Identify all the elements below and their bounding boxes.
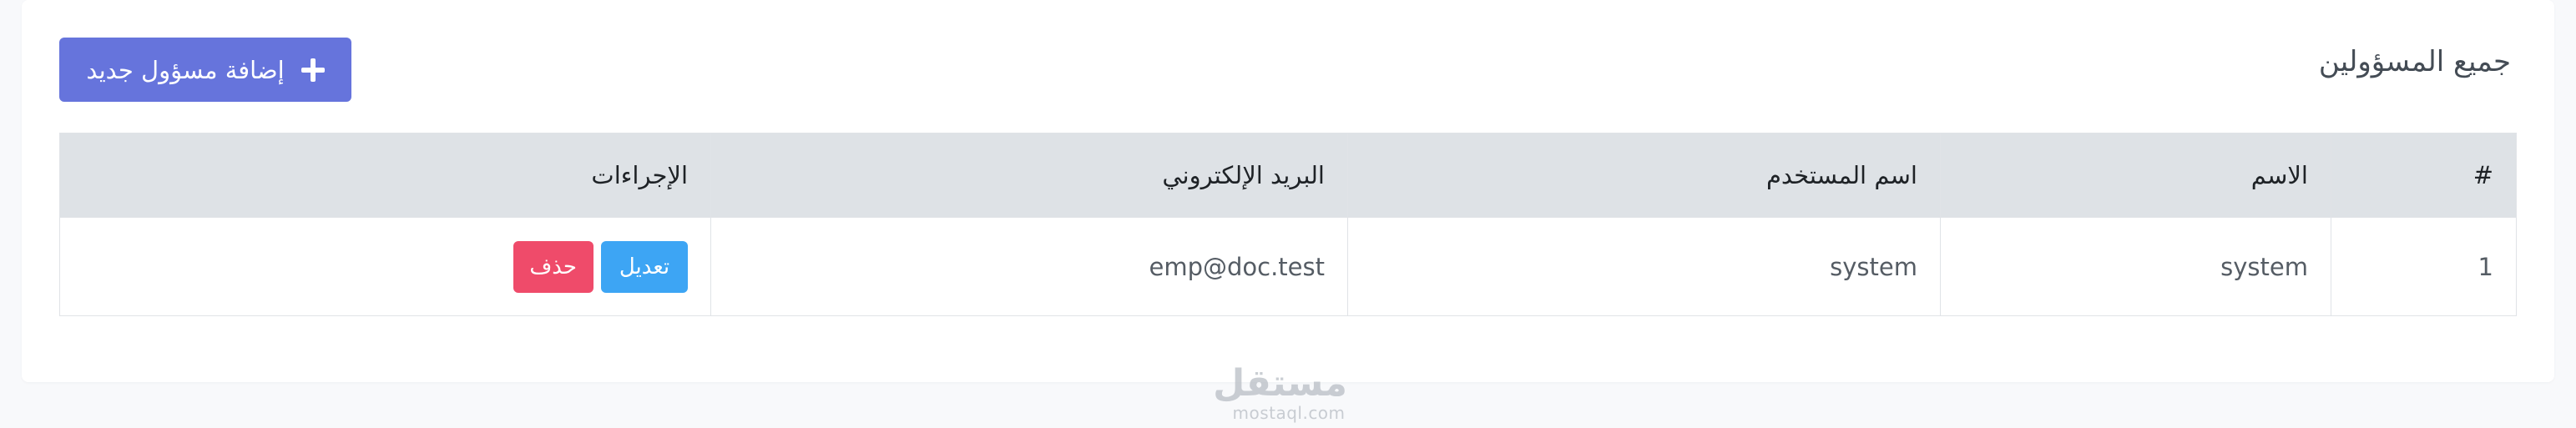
column-header-actions: الإجراءات [59, 133, 711, 218]
page-title: جميع المسؤولين [2318, 45, 2511, 78]
watermark-url: mostaql.com [1232, 403, 1346, 423]
table-header-row: # الاسم اسم المستخدم البريد الإلكتروني ا… [59, 133, 2517, 218]
add-admin-button[interactable]: إضافة مسؤول جديد [59, 38, 351, 102]
cell-username: system [1347, 217, 1941, 316]
column-header-username: اسم المستخدم [1347, 133, 1941, 218]
watermark-logo: مستقل [1213, 362, 1347, 405]
delete-button[interactable]: حذف [513, 240, 593, 293]
card-header: جميع المسؤولين إضافة مسؤول جديد [22, 0, 2554, 133]
mostaql-watermark: مستقل mostaql.com [1213, 362, 1347, 423]
cell-name: system [1940, 217, 2331, 316]
admins-table: # الاسم اسم المستخدم البريد الإلكتروني ا… [59, 133, 2517, 316]
table-row: 1 system system emp@doc.test تعديل حذف [59, 217, 2517, 316]
edit-button[interactable]: تعديل [601, 240, 688, 293]
row-actions: تعديل حذف [513, 240, 688, 293]
add-admin-button-label: إضافة مسؤول جديد [86, 55, 285, 84]
admins-card: جميع المسؤولين إضافة مسؤول جديد # الاسم … [22, 0, 2554, 382]
cell-actions: تعديل حذف [59, 217, 711, 316]
column-header-number: # [2331, 133, 2517, 218]
cell-number: 1 [2331, 217, 2517, 316]
cell-email: emp@doc.test [710, 217, 1348, 316]
plus-icon [301, 58, 325, 82]
column-header-email: البريد الإلكتروني [710, 133, 1348, 218]
table-header: # الاسم اسم المستخدم البريد الإلكتروني ا… [59, 133, 2517, 218]
column-header-name: الاسم [1940, 133, 2331, 218]
table-body: 1 system system emp@doc.test تعديل حذف [59, 217, 2517, 316]
